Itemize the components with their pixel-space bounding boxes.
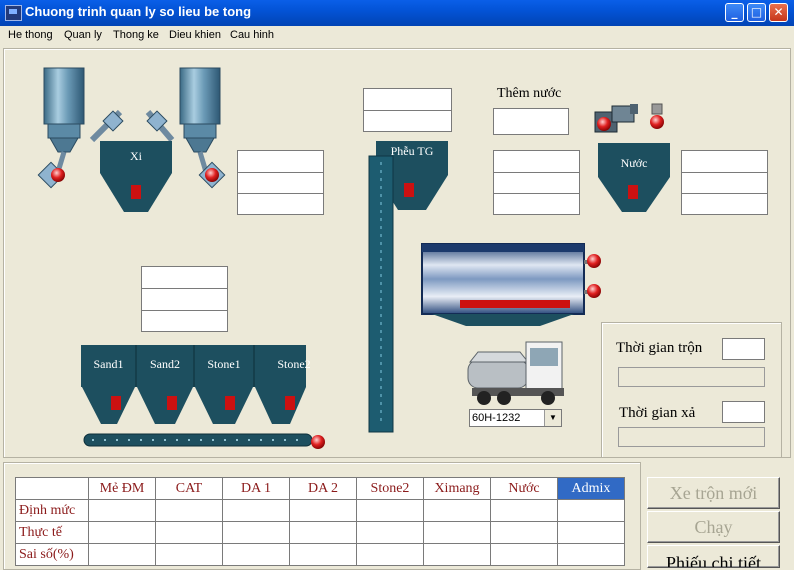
table-cell[interactable] [356,543,424,566]
table-cell[interactable] [423,499,491,522]
readout-field[interactable] [237,193,324,215]
readout-field[interactable] [363,88,452,111]
table-cell[interactable] [423,543,491,566]
table-cell[interactable] [289,543,357,566]
readout-field[interactable] [493,172,580,194]
col-header: Mẻ ĐM [88,477,156,500]
nuoc-label: Nước [620,156,648,170]
table-cell[interactable] [557,543,625,566]
table-cell[interactable] [490,543,558,566]
cement-silo-right [179,67,226,189]
pheu-tg-readouts [363,88,452,132]
table-row: Sai số(%) [15,543,625,566]
col-header: Ximang [423,477,491,500]
table-cell[interactable] [222,499,290,522]
tron-progress-bar [618,367,765,387]
belt-conveyor [83,433,313,447]
sand2-label: Sand2 [150,357,180,371]
table-cell[interactable] [356,499,424,522]
col-header: DA 1 [222,477,290,500]
stone2-label: Stone2 [277,357,311,371]
table-cell[interactable] [557,521,625,544]
thoi-gian-xa-label: Thời gian xả [619,405,696,421]
thoi-gian-tron-label: Thời gian trộn [616,340,703,356]
table-cell[interactable] [423,521,491,544]
chay-button[interactable]: Chạy [647,511,780,543]
readout-field[interactable] [237,150,324,173]
mixer-lamp [587,284,601,298]
table-corner-cell [15,477,89,500]
readout-field[interactable] [493,150,580,173]
row-header: Thực tế [15,521,89,544]
pump-lamp [597,117,611,131]
table-cell[interactable] [88,521,156,544]
col-header: Stone2 [356,477,424,500]
table-cell[interactable] [222,521,290,544]
truck-select[interactable]: 60H-1232 ▼ [469,409,562,427]
col-header: CAT [155,477,223,500]
mixer-drum [421,243,600,326]
thoi-gian-xa-field[interactable] [722,401,765,423]
thoi-gian-tron-field[interactable] [722,338,765,360]
table-cell[interactable] [289,521,357,544]
xi-readouts [237,150,324,215]
col-header-selected[interactable]: Admix [557,477,625,500]
table-cell[interactable] [155,543,223,566]
col-header: DA 2 [289,477,357,500]
readout-field[interactable] [237,172,324,194]
batch-data-table: Mẻ ĐM CAT DA 1 DA 2 Stone2 Ximang Nước A… [15,477,625,566]
water-readouts-right [681,150,768,215]
skip-elevator [368,155,394,433]
readout-field[interactable] [141,310,228,332]
readout-field[interactable] [681,172,768,194]
table-cell[interactable] [557,499,625,522]
timer-panel: Thời gian trộn Thời gian xả [601,322,782,458]
table-row: Định mức [15,499,625,522]
valve-lamp [205,168,219,182]
table-cell[interactable] [155,499,223,522]
mixer-truck-icon [467,341,564,405]
them-nuoc-field[interactable] [493,108,569,135]
valve-lamp [51,168,65,182]
pheu-tg-label: Phễu TG [390,144,434,158]
table-cell[interactable] [356,521,424,544]
col-header: Nước [490,477,558,500]
conveyor-lamp [311,435,325,449]
xa-progress-bar [618,427,765,447]
table-cell[interactable] [490,521,558,544]
phieu-chi-tiet-button[interactable]: Phiếu chi tiết [647,545,780,568]
mixer-lamp [587,254,601,268]
xe-tron-moi-button[interactable]: Xe trộn mới [647,477,780,509]
them-nuoc-label: Thêm nước [497,86,562,101]
chevron-down-icon[interactable]: ▼ [544,410,561,426]
readout-field[interactable] [141,288,228,311]
table-row: Thực tế [15,521,625,544]
nuoc-hopper [598,143,670,212]
row-header: Sai số(%) [15,543,89,566]
water-lamp [650,115,664,129]
readout-field[interactable] [363,110,452,132]
truck-select-value: 60H-1232 [472,412,521,424]
table-cell[interactable] [289,499,357,522]
readout-field[interactable] [681,193,768,215]
table-cell[interactable] [88,499,156,522]
water-readouts-left [493,150,580,215]
readout-field[interactable] [493,193,580,215]
table-cell[interactable] [155,521,223,544]
xi-label: Xi [130,149,142,163]
table-header-row: Mẻ ĐM CAT DA 1 DA 2 Stone2 Ximang Nước A… [15,477,625,500]
readout-field[interactable] [681,150,768,173]
aggregate-readouts [141,266,228,332]
row-header: Định mức [15,499,89,522]
table-cell[interactable] [490,499,558,522]
table-cell[interactable] [88,543,156,566]
sand1-label: Sand1 [93,357,124,371]
readout-field[interactable] [141,266,228,289]
table-cell[interactable] [222,543,290,566]
stone1-label: Stone1 [207,357,241,371]
